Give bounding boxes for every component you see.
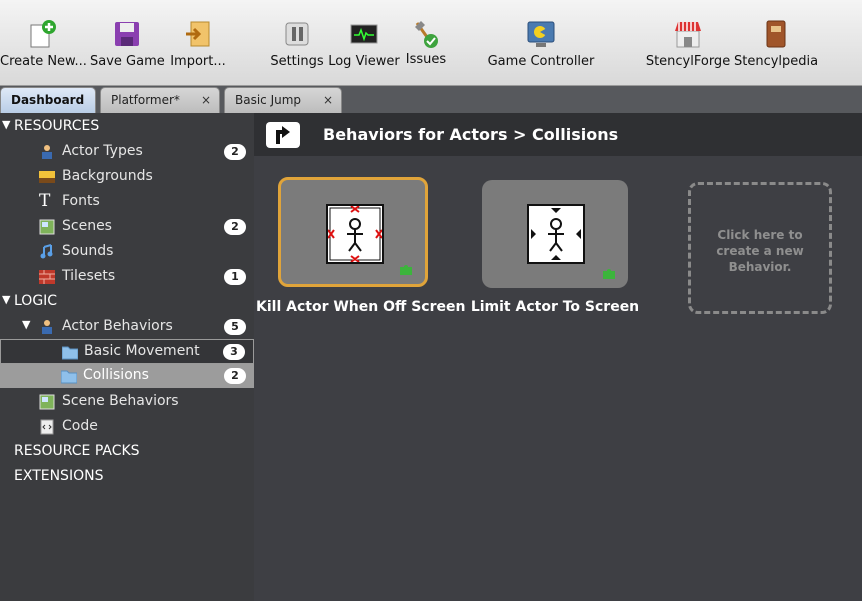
close-tab-icon[interactable]: × <box>323 88 333 112</box>
font-icon: T <box>39 191 51 211</box>
save-game-button[interactable]: Save Game <box>90 14 165 76</box>
extensions-header[interactable]: EXTENSIONS <box>0 465 254 489</box>
up-arrow-icon <box>276 126 290 144</box>
tileset-icon <box>39 270 55 284</box>
tab-dashboard[interactable]: Dashboard <box>0 87 96 113</box>
tab-platformer[interactable]: Platformer* × <box>100 87 220 113</box>
actor-icon <box>42 320 52 334</box>
count-badge: 2 <box>224 144 246 160</box>
create-new-behavior-button[interactable]: Click here to create a new Behavior. <box>688 182 832 314</box>
import-icon <box>183 19 213 49</box>
issues-icon <box>411 19 441 49</box>
scene-icon <box>39 394 55 410</box>
settings-button[interactable]: Settings <box>270 14 324 76</box>
folder-icon <box>61 370 77 384</box>
behavior-card-label: Kill Actor When Off Screen <box>256 299 466 315</box>
collapse-arrow-icon[interactable]: ▼ <box>2 118 10 131</box>
sidebar-item-sounds[interactable]: Sounds <box>0 240 254 264</box>
scene-icon <box>39 219 55 235</box>
behavior-card-limit-actor[interactable] <box>482 180 628 288</box>
page-title: Behaviors for Actors > Collisions <box>323 125 619 144</box>
sidebar-item-actor-behaviors[interactable]: ▼ Actor Behaviors 5 <box>0 315 254 339</box>
count-badge: 2 <box>224 368 246 384</box>
behavior-card-kill-actor[interactable] <box>278 177 428 287</box>
behavior-card-label: Limit Actor To Screen <box>470 299 640 315</box>
logic-header[interactable]: ▼ LOGIC <box>0 290 254 314</box>
sidebar-item-actor-types[interactable]: Actor Types 2 <box>0 140 254 164</box>
sidebar-item-code[interactable]: Code <box>0 415 254 439</box>
tab-basic-jump[interactable]: Basic Jump × <box>224 87 342 113</box>
sidebar-item-collisions[interactable]: Collisions 2 <box>0 364 254 388</box>
code-icon <box>40 419 54 435</box>
up-folder-button[interactable] <box>266 122 300 148</box>
count-badge: 1 <box>224 269 246 285</box>
puzzle-icon <box>400 265 412 275</box>
sidebar: ▼ RESOURCES Actor Types 2 Backgrounds T … <box>0 113 254 601</box>
collapse-arrow-icon[interactable]: ▼ <box>22 318 30 331</box>
sound-icon <box>40 244 53 259</box>
sidebar-item-backgrounds[interactable]: Backgrounds <box>0 165 254 189</box>
stencylforge-button[interactable]: StencylForge <box>644 14 732 76</box>
count-badge: 3 <box>223 344 245 360</box>
settings-icon <box>282 19 312 49</box>
collapse-arrow-icon[interactable]: ▼ <box>2 293 10 306</box>
tab-bar: Dashboard Platformer* × Basic Jump × <box>0 86 862 113</box>
puzzle-icon <box>603 269 615 279</box>
issues-button[interactable]: Issues <box>404 14 448 76</box>
background-icon <box>39 171 55 183</box>
create-new-button[interactable]: Create New... <box>0 14 87 76</box>
actor-icon <box>42 145 52 159</box>
sidebar-item-fonts[interactable]: T Fonts <box>0 190 254 214</box>
folder-icon <box>62 346 78 360</box>
sidebar-item-scene-behaviors[interactable]: Scene Behaviors <box>0 390 254 414</box>
close-tab-icon[interactable]: × <box>201 88 211 112</box>
count-badge: 2 <box>224 219 246 235</box>
save-icon <box>112 19 142 49</box>
game-controller-icon <box>526 19 556 49</box>
import-button[interactable]: Import... <box>168 14 228 76</box>
count-badge: 5 <box>224 319 246 335</box>
behavior-thumbnail <box>326 204 384 264</box>
resources-header[interactable]: ▼ RESOURCES <box>0 115 254 139</box>
sidebar-item-basic-movement[interactable]: Basic Movement 3 <box>0 339 254 364</box>
behavior-thumbnail <box>527 204 585 264</box>
stencylpedia-icon <box>761 19 791 49</box>
create-new-icon <box>27 19 57 49</box>
breadcrumb: Behaviors for Actors > Collisions <box>254 113 862 156</box>
stencylforge-icon <box>673 19 703 49</box>
resource-packs-header[interactable]: RESOURCE PACKS <box>0 440 254 464</box>
sidebar-item-tilesets[interactable]: Tilesets 1 <box>0 265 254 289</box>
main-toolbar: Create New... Save Game Import... Settin… <box>0 0 862 86</box>
sidebar-item-scenes[interactable]: Scenes 2 <box>0 215 254 239</box>
log-viewer-icon <box>349 19 379 49</box>
log-viewer-button[interactable]: Log Viewer <box>328 14 400 76</box>
main-panel: Behaviors for Actors > Collisions Kill A… <box>254 113 862 601</box>
stencylpedia-button[interactable]: Stencylpedia <box>734 14 818 76</box>
game-controller-button[interactable]: Game Controller <box>486 14 596 76</box>
